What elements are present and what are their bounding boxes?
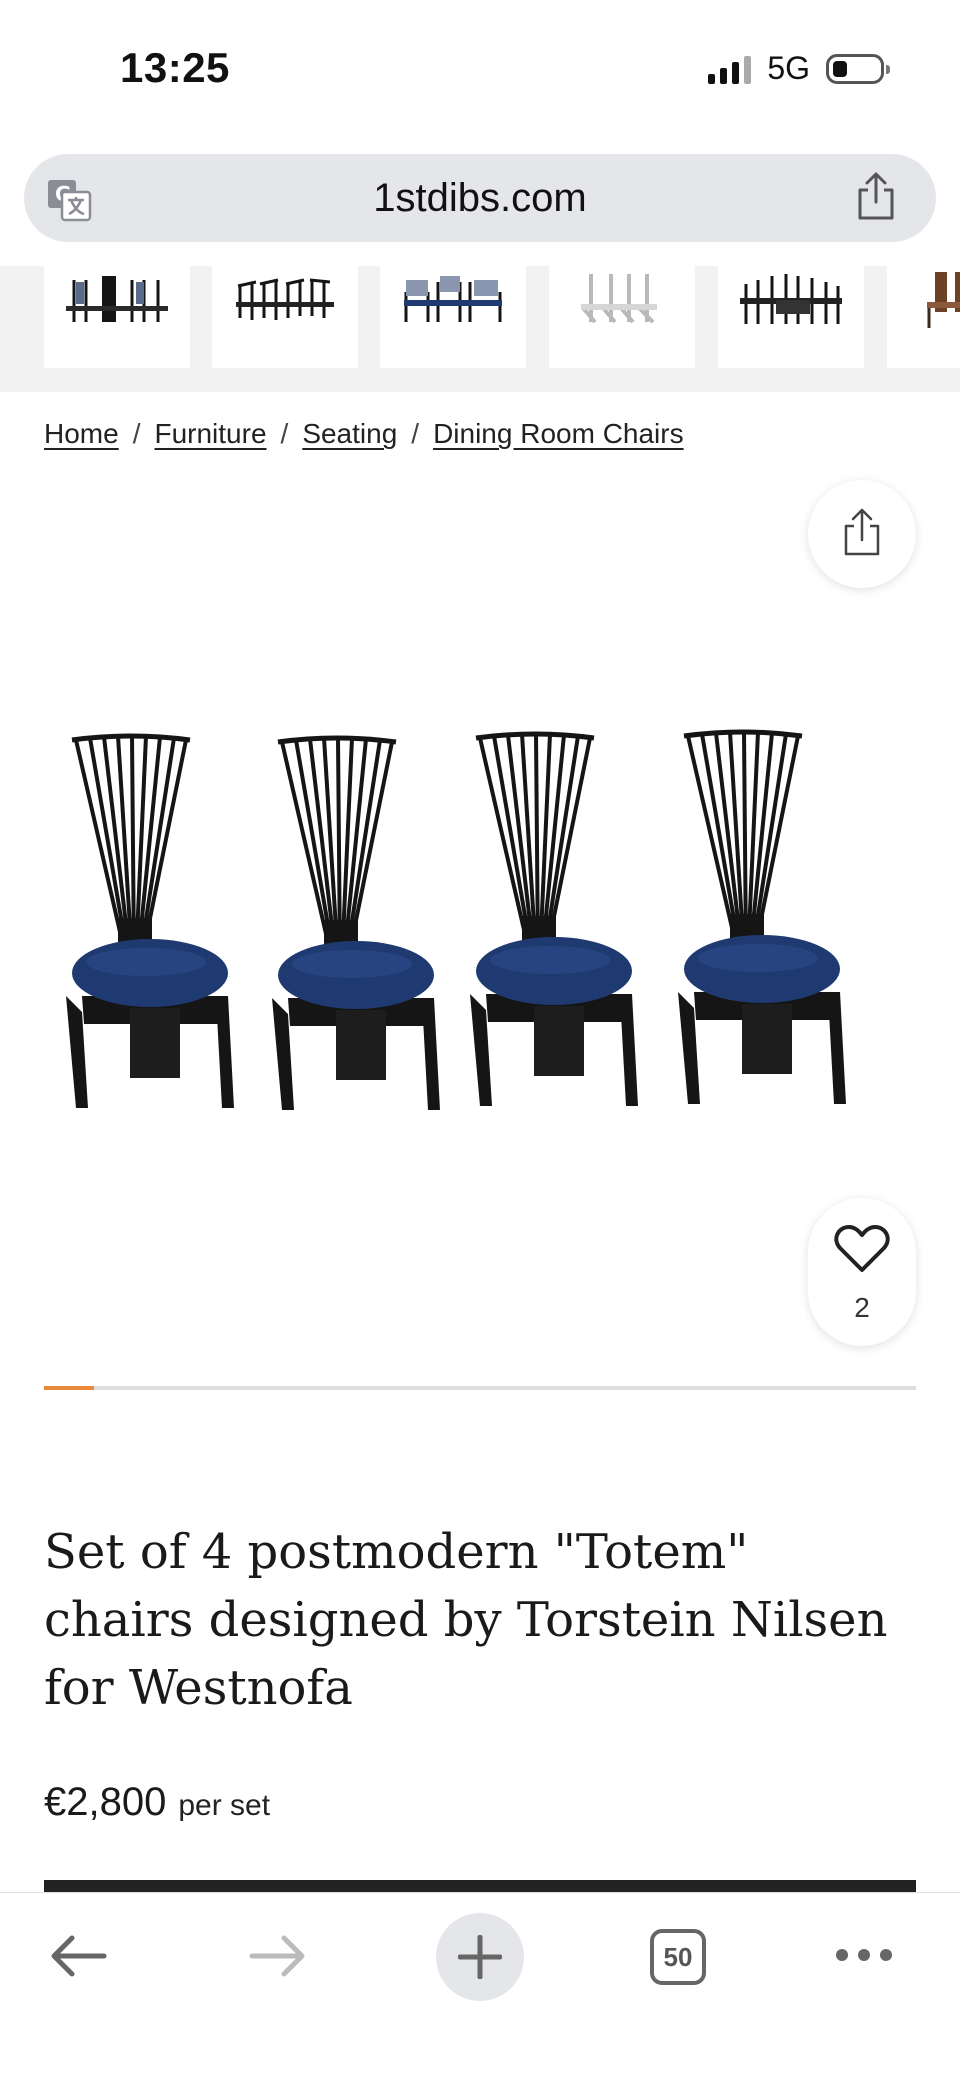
thumbnail[interactable] [380,266,526,368]
status-time: 13:25 [120,44,230,91]
product-title: Set of 4 postmodern "Totem" chairs desig… [44,1524,888,1716]
share-icon[interactable] [854,172,898,222]
favorite-button[interactable]: 2 [808,1198,916,1346]
breadcrumb-dining-room-chairs[interactable]: Dining Room Chairs [433,418,684,450]
address-bar[interactable]: G 1stdibs.com [24,154,936,242]
breadcrumb: Home / Furniture / Seating / Dining Room… [44,418,684,450]
thumbnail[interactable] [718,266,864,368]
breadcrumb-furniture[interactable]: Furniture [154,418,266,450]
thumbnail[interactable] [887,266,960,368]
breadcrumb-seating[interactable]: Seating [302,418,397,450]
new-tab-button[interactable] [436,1913,524,2001]
breadcrumb-separator: / [411,418,420,449]
gallery-progress [44,1386,916,1390]
gallery-progress-fill [44,1386,94,1390]
signal-icon [708,54,752,84]
status-bar: 13:25 5G [0,0,960,130]
network-type: 5G [767,50,810,86]
breadcrumb-home[interactable]: Home [44,418,119,450]
battery-icon [826,53,890,84]
product-share-button[interactable] [808,480,916,588]
more-icon[interactable] [834,1945,894,1965]
browser-toolbar: 50 [0,1892,960,2082]
url-text[interactable]: 1stdibs.com [24,176,936,221]
share-icon [844,508,880,556]
heart-icon [834,1225,890,1272]
purchase-bar-edge [44,1880,916,1892]
forward-arrow-icon[interactable] [248,1931,308,1981]
price-row: €2,800 per set [44,1780,270,1825]
price: €2,800 [44,1780,167,1824]
thumbnail[interactable] [212,266,358,368]
breadcrumb-separator: / [280,418,289,449]
thumbnail-strip [0,266,960,392]
thumbnail[interactable] [549,266,695,368]
product-image[interactable] [60,720,900,1140]
status-indicators: 5G [708,50,890,87]
back-arrow-icon[interactable] [48,1931,108,1981]
breadcrumb-separator: / [132,418,141,449]
tabs-button[interactable]: 50 [650,1929,706,1985]
thumbnail[interactable] [44,266,190,368]
plus-icon [458,1935,502,1979]
favorites-count: 2 [854,1292,870,1323]
price-unit: per set [178,1789,271,1822]
